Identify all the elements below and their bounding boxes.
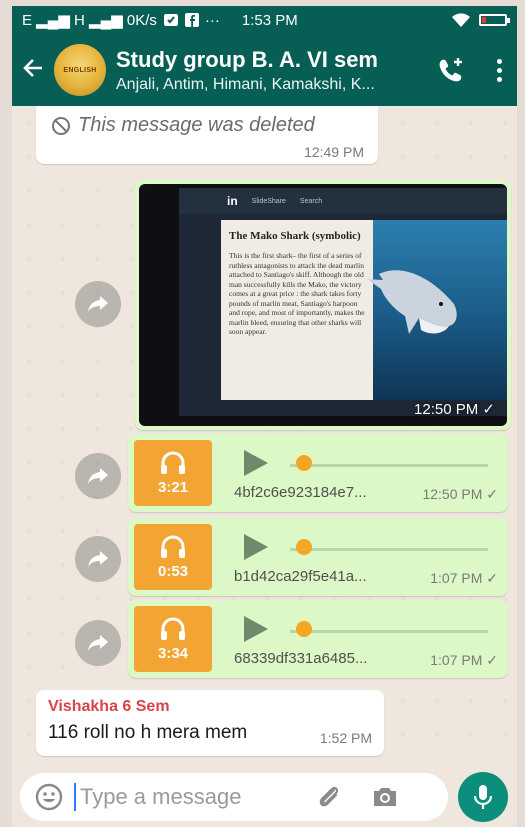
group-members: Anjali, Antim, Himani, Kamakshi, K... [116, 75, 375, 93]
signal-status: E ▂▄▆ H ▂▄▆ 0K/s [22, 12, 157, 29]
facebook-icon [184, 13, 199, 27]
play-icon[interactable] [244, 450, 268, 476]
message-time: 12:50 PM ✓ [422, 486, 498, 502]
forward-icon[interactable] [75, 620, 121, 666]
headphones-icon [161, 451, 185, 474]
wifi-icon [452, 13, 470, 27]
message-time: 12:50 PM ✓ [414, 401, 495, 418]
shark-image [367, 270, 457, 334]
message-time: 1:07 PM ✓ [430, 652, 498, 668]
group-info[interactable]: Study group B. A. VI sem Anjali, Antim, … [116, 47, 416, 94]
forward-icon[interactable] [75, 281, 121, 327]
shared-photo[interactable]: in SlideShare Search The Mako Shark (sym… [139, 184, 507, 426]
audio-filename: 68339df331a6485... [234, 650, 368, 667]
add-call-icon[interactable] [436, 55, 466, 85]
battery-icon [479, 14, 510, 26]
audio-seekbar[interactable] [290, 548, 488, 551]
slideshare-label: SlideShare [251, 197, 286, 205]
text-cursor [74, 783, 76, 811]
audio-message[interactable]: 3:34 68339df331a6485... 1:07 PM ✓ [128, 600, 508, 678]
seek-handle[interactable] [296, 539, 312, 555]
back-arrow-icon[interactable] [22, 57, 52, 83]
seek-handle[interactable] [296, 455, 312, 471]
play-icon[interactable] [244, 534, 268, 560]
slide-title: The Mako Shark (symbolic) [229, 230, 361, 242]
attach-icon[interactable] [314, 782, 344, 812]
mic-button[interactable] [458, 772, 508, 822]
chat-header: ENGLISH Study group B. A. VI sem Anjali,… [12, 34, 517, 106]
message-text: 116 roll no h mera mem [48, 722, 248, 743]
status-bar: E ▂▄▆ H ▂▄▆ 0K/s ··· 1:53 PM [12, 6, 517, 34]
message-input-box[interactable] [20, 773, 448, 821]
slide-document: The Mako Shark (symbolic) This is the fi… [221, 220, 373, 400]
search-label: Search [299, 197, 323, 205]
emoji-icon[interactable] [34, 782, 64, 812]
input-bar [12, 766, 517, 827]
linkedin-logo: in [227, 194, 238, 208]
play-icon[interactable] [244, 616, 268, 642]
image-message[interactable]: in SlideShare Search The Mako Shark (sym… [135, 180, 511, 430]
audio-thumbnail: 3:34 [134, 606, 212, 672]
notification-icon [163, 14, 178, 26]
group-avatar[interactable]: ENGLISH [54, 44, 106, 96]
audio-duration: 0:53 [157, 562, 189, 580]
forward-icon[interactable] [75, 453, 121, 499]
message-time: 12:49 PM [304, 144, 364, 160]
slide-text: This is the first shark– the first of a … [229, 251, 365, 336]
deleted-icon [52, 116, 70, 135]
audio-duration: 3:21 [157, 478, 189, 496]
more-notifications: ··· [204, 11, 220, 29]
camera-icon[interactable] [370, 782, 400, 812]
message-input[interactable] [80, 784, 280, 810]
audio-thumbnail: 3:21 [134, 440, 212, 506]
message-time: 1:07 PM ✓ [430, 570, 498, 586]
status-time: 1:53 PM [241, 11, 298, 29]
message-time: 1:52 PM [319, 730, 372, 746]
audio-message[interactable]: 3:21 4bf2c6e923184e7... 12:50 PM ✓ [128, 434, 508, 512]
menu-icon[interactable] [496, 58, 502, 82]
audio-filename: 4bf2c6e923184e7... [234, 484, 367, 501]
audio-thumbnail: 0:53 [134, 524, 212, 590]
audio-duration: 3:34 [157, 644, 189, 662]
audio-filename: b1d42ca29f5e41a... [234, 568, 367, 585]
incoming-message[interactable]: Vishakha 6 Sem 116 roll no h mera mem 1:… [36, 690, 384, 756]
deleted-text: This message was deleted [78, 114, 315, 136]
chat-area[interactable]: This message was deleted 12:49 PM in Sli… [12, 106, 517, 766]
sender-name[interactable]: Vishakha 6 Sem [48, 698, 170, 716]
headphones-icon [161, 617, 185, 640]
audio-seekbar[interactable] [290, 630, 488, 633]
forward-icon[interactable] [75, 536, 121, 582]
deleted-message[interactable]: This message was deleted 12:49 PM [36, 106, 378, 164]
audio-message[interactable]: 0:53 b1d42ca29f5e41a... 1:07 PM ✓ [128, 518, 508, 596]
mic-icon [473, 785, 493, 809]
headphones-icon [161, 535, 185, 558]
group-title: Study group B. A. VI sem [116, 46, 378, 72]
audio-seekbar[interactable] [290, 464, 488, 467]
seek-handle[interactable] [296, 621, 312, 637]
